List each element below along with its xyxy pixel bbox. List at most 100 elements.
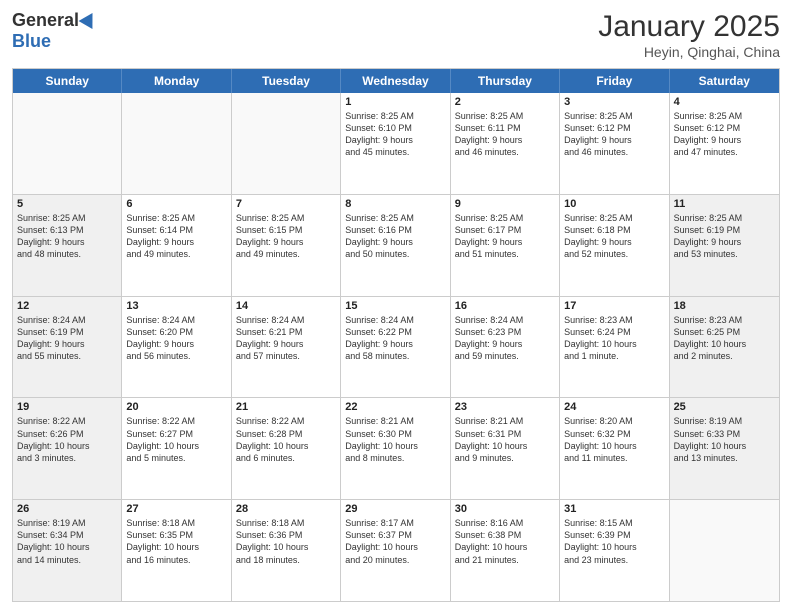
day-info: Sunrise: 8:21 AM Sunset: 6:31 PM Dayligh… [455,415,555,464]
day-number: 29 [345,503,445,515]
cal-cell: 29 Sunrise: 8:17 AM Sunset: 6:37 PM Dayli… [341,500,450,601]
day-number: 20 [126,401,226,413]
day-number: 11 [674,198,775,210]
cal-cell: 26 Sunrise: 8:19 AM Sunset: 6:34 PM Dayli… [13,500,122,601]
header: General Blue January 2025 Heyin, Qinghai… [12,10,780,60]
cal-cell: 8 Sunrise: 8:25 AM Sunset: 6:16 PM Daylig… [341,195,450,296]
day-number: 26 [17,503,117,515]
cal-cell: 5 Sunrise: 8:25 AM Sunset: 6:13 PM Daylig… [13,195,122,296]
cal-header-cell: Friday [560,69,669,93]
cal-header-cell: Tuesday [232,69,341,93]
day-number: 27 [126,503,226,515]
day-info: Sunrise: 8:22 AM Sunset: 6:26 PM Dayligh… [17,415,117,464]
day-number: 23 [455,401,555,413]
day-info: Sunrise: 8:19 AM Sunset: 6:34 PM Dayligh… [17,517,117,566]
cal-cell: 13 Sunrise: 8:24 AM Sunset: 6:20 PM Dayli… [122,297,231,398]
cal-cell: 25Sunrise: 8:19 AM Sunset: 6:33 PM Dayli… [670,398,779,499]
day-info: Sunrise: 8:25 AM Sunset: 6:19 PM Dayligh… [674,212,775,261]
day-info: Sunrise: 8:25 AM Sunset: 6:15 PM Dayligh… [236,212,336,261]
cal-cell: 23 Sunrise: 8:21 AM Sunset: 6:31 PM Dayli… [451,398,560,499]
cal-header-cell: Wednesday [341,69,450,93]
logo: General Blue [12,10,97,52]
cal-cell: 10Sunrise: 8:25 AM Sunset: 6:18 PM Dayli… [560,195,669,296]
cal-row: 26 Sunrise: 8:19 AM Sunset: 6:34 PM Dayli… [13,499,779,601]
cal-row: 19Sunrise: 8:22 AM Sunset: 6:26 PM Dayli… [13,397,779,499]
calendar: SundayMondayTuesdayWednesdayThursdayFrid… [12,68,780,602]
day-info: Sunrise: 8:25 AM Sunset: 6:12 PM Dayligh… [674,110,775,159]
day-number: 12 [17,300,117,312]
day-info: Sunrise: 8:23 AM Sunset: 6:25 PM Dayligh… [674,314,775,363]
cal-cell: 14 Sunrise: 8:24 AM Sunset: 6:21 PM Dayli… [232,297,341,398]
day-info: Sunrise: 8:25 AM Sunset: 6:16 PM Dayligh… [345,212,445,261]
title-section: January 2025 Heyin, Qinghai, China [598,10,780,60]
day-number: 5 [17,198,117,210]
cal-cell: 21Sunrise: 8:22 AM Sunset: 6:28 PM Dayli… [232,398,341,499]
cal-cell: 1Sunrise: 8:25 AM Sunset: 6:10 PM Daylig… [341,93,450,194]
day-number: 14 [236,300,336,312]
day-info: Sunrise: 8:24 AM Sunset: 6:20 PM Dayligh… [126,314,226,363]
day-info: Sunrise: 8:23 AM Sunset: 6:24 PM Dayligh… [564,314,664,363]
day-info: Sunrise: 8:22 AM Sunset: 6:27 PM Dayligh… [126,415,226,464]
cal-cell: 6Sunrise: 8:25 AM Sunset: 6:14 PM Daylig… [122,195,231,296]
day-number: 9 [455,198,555,210]
cal-cell [13,93,122,194]
day-number: 28 [236,503,336,515]
cal-cell: 18 Sunrise: 8:23 AM Sunset: 6:25 PM Dayli… [670,297,779,398]
logo-blue-text: Blue [12,31,51,52]
cal-cell: 24Sunrise: 8:20 AM Sunset: 6:32 PM Dayli… [560,398,669,499]
logo-general-text: General [12,10,79,31]
cal-cell: 17Sunrise: 8:23 AM Sunset: 6:24 PM Dayli… [560,297,669,398]
cal-cell [232,93,341,194]
day-info: Sunrise: 8:25 AM Sunset: 6:11 PM Dayligh… [455,110,555,159]
day-number: 31 [564,503,664,515]
day-number: 18 [674,300,775,312]
day-number: 21 [236,401,336,413]
location: Heyin, Qinghai, China [598,44,780,60]
day-info: Sunrise: 8:25 AM Sunset: 6:17 PM Dayligh… [455,212,555,261]
day-info: Sunrise: 8:18 AM Sunset: 6:35 PM Dayligh… [126,517,226,566]
logo-triangle-icon [79,8,100,28]
calendar-body: 1Sunrise: 8:25 AM Sunset: 6:10 PM Daylig… [13,93,779,601]
cal-cell: 12 Sunrise: 8:24 AM Sunset: 6:19 PM Dayli… [13,297,122,398]
day-number: 4 [674,96,775,108]
day-number: 22 [345,401,445,413]
day-number: 2 [455,96,555,108]
day-number: 15 [345,300,445,312]
cal-cell: 27 Sunrise: 8:18 AM Sunset: 6:35 PM Dayli… [122,500,231,601]
cal-header-cell: Saturday [670,69,779,93]
cal-cell: 3Sunrise: 8:25 AM Sunset: 6:12 PM Daylig… [560,93,669,194]
day-info: Sunrise: 8:25 AM Sunset: 6:10 PM Dayligh… [345,110,445,159]
cal-cell: 30Sunrise: 8:16 AM Sunset: 6:38 PM Dayli… [451,500,560,601]
day-info: Sunrise: 8:25 AM Sunset: 6:18 PM Dayligh… [564,212,664,261]
cal-row: 5 Sunrise: 8:25 AM Sunset: 6:13 PM Daylig… [13,194,779,296]
cal-cell: 9 Sunrise: 8:25 AM Sunset: 6:17 PM Daylig… [451,195,560,296]
day-number: 13 [126,300,226,312]
day-info: Sunrise: 8:24 AM Sunset: 6:22 PM Dayligh… [345,314,445,363]
day-info: Sunrise: 8:24 AM Sunset: 6:19 PM Dayligh… [17,314,117,363]
cal-cell: 28 Sunrise: 8:18 AM Sunset: 6:36 PM Dayli… [232,500,341,601]
cal-cell: 22Sunrise: 8:21 AM Sunset: 6:30 PM Dayli… [341,398,450,499]
cal-cell: 2 Sunrise: 8:25 AM Sunset: 6:11 PM Daylig… [451,93,560,194]
day-info: Sunrise: 8:25 AM Sunset: 6:14 PM Dayligh… [126,212,226,261]
day-number: 24 [564,401,664,413]
day-number: 16 [455,300,555,312]
cal-cell: 31Sunrise: 8:15 AM Sunset: 6:39 PM Dayli… [560,500,669,601]
cal-cell: 15 Sunrise: 8:24 AM Sunset: 6:22 PM Dayli… [341,297,450,398]
day-info: Sunrise: 8:16 AM Sunset: 6:38 PM Dayligh… [455,517,555,566]
day-info: Sunrise: 8:25 AM Sunset: 6:13 PM Dayligh… [17,212,117,261]
day-number: 8 [345,198,445,210]
cal-row: 12 Sunrise: 8:24 AM Sunset: 6:19 PM Dayli… [13,296,779,398]
day-info: Sunrise: 8:17 AM Sunset: 6:37 PM Dayligh… [345,517,445,566]
day-info: Sunrise: 8:24 AM Sunset: 6:21 PM Dayligh… [236,314,336,363]
cal-header-cell: Sunday [13,69,122,93]
day-number: 7 [236,198,336,210]
cal-header-cell: Thursday [451,69,560,93]
day-info: Sunrise: 8:19 AM Sunset: 6:33 PM Dayligh… [674,415,775,464]
calendar-header: SundayMondayTuesdayWednesdayThursdayFrid… [13,69,779,93]
day-info: Sunrise: 8:18 AM Sunset: 6:36 PM Dayligh… [236,517,336,566]
cal-cell [122,93,231,194]
cal-cell [670,500,779,601]
cal-cell: 7 Sunrise: 8:25 AM Sunset: 6:15 PM Daylig… [232,195,341,296]
month-title: January 2025 [598,10,780,44]
cal-header-cell: Monday [122,69,231,93]
